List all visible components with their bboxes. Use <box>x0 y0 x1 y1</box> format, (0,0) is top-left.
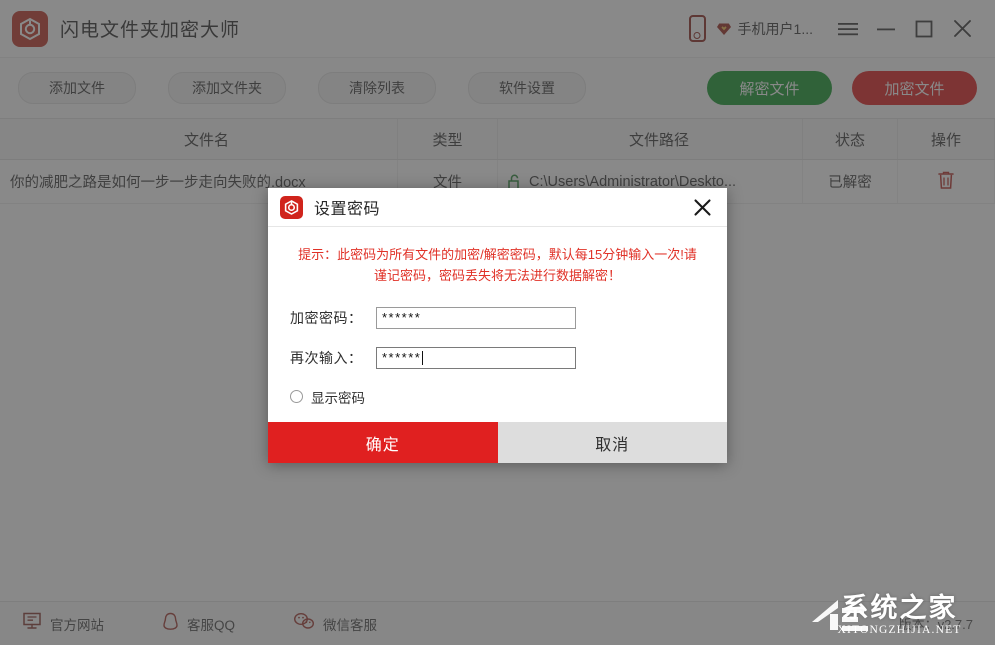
confirm-password-label: 再次输入： <box>290 349 363 366</box>
show-password-label: 显示密码 <box>311 390 365 406</box>
confirm-password-field-row: 再次输入： ****** <box>290 346 705 369</box>
text-caret <box>422 350 424 365</box>
password-input[interactable]: ****** <box>376 306 576 329</box>
set-password-dialog: 设置密码 提示：此密码为所有文件的加密/解密密码，默认每15分钟输入一次!请谨记… <box>268 188 727 463</box>
confirm-password-input-value: ****** <box>382 350 422 366</box>
close-icon[interactable] <box>687 192 717 222</box>
confirm-button[interactable]: 确定 <box>268 422 498 463</box>
app-shield-logo-icon <box>280 195 303 219</box>
dialog-title: 设置密码 <box>314 201 381 218</box>
confirm-password-input[interactable]: ****** <box>376 346 576 369</box>
password-input-value: ****** <box>382 310 422 326</box>
dialog-header: 设置密码 <box>268 188 727 227</box>
password-warning-text: 提示：此密码为所有文件的加密/解密密码，默认每15分钟输入一次!请谨记密码，密码… <box>298 247 697 284</box>
show-password-radio[interactable] <box>290 390 303 404</box>
cancel-button[interactable]: 取消 <box>497 422 727 463</box>
dialog-body: 提示：此密码为所有文件的加密/解密密码，默认每15分钟输入一次!请谨记密码，密码… <box>268 227 727 422</box>
password-field-row: 加密密码： ****** <box>290 306 705 329</box>
dialog-footer: 确定 取消 <box>268 422 727 463</box>
show-password-row[interactable]: 显示密码 <box>290 387 705 407</box>
password-label: 加密密码： <box>290 309 363 326</box>
